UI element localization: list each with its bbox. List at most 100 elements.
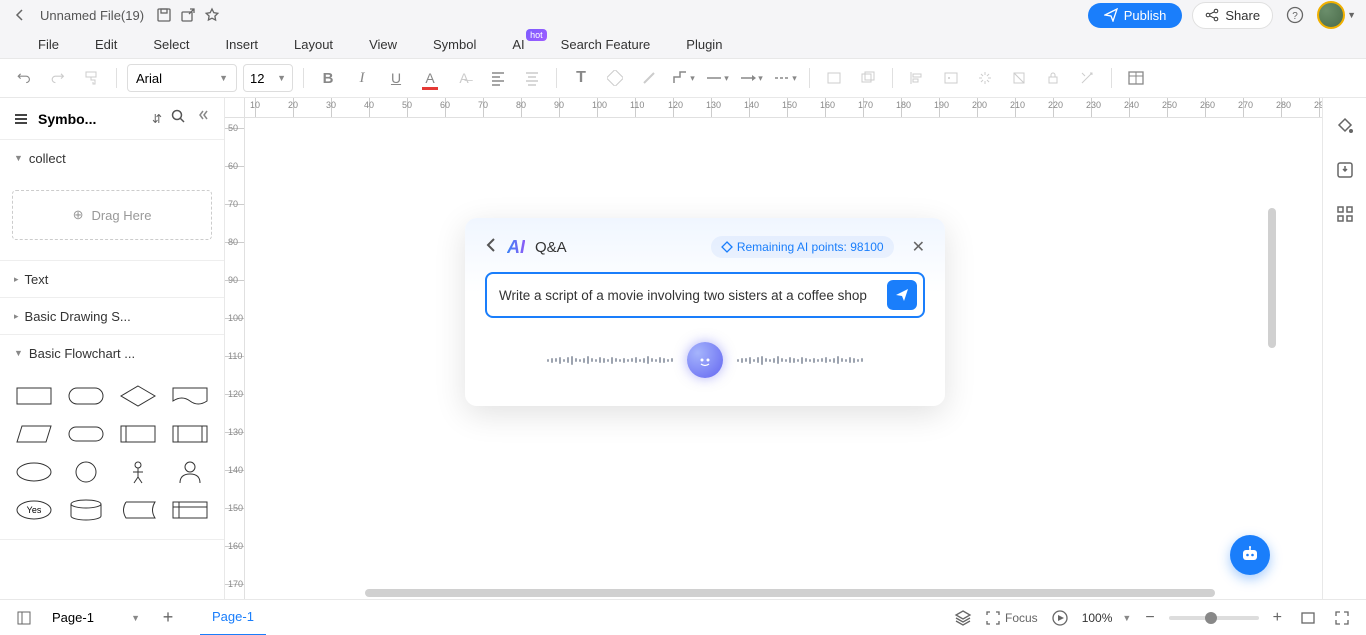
- canvas-horizontal-scrollbar[interactable]: [365, 589, 1215, 597]
- shape-rounded[interactable]: [64, 381, 108, 411]
- tools-button[interactable]: [1073, 64, 1101, 92]
- clip-button[interactable]: [1005, 64, 1033, 92]
- section-header-text[interactable]: ▸ Text: [0, 261, 224, 297]
- page-select[interactable]: Page-1 ▼: [46, 606, 146, 630]
- avatar[interactable]: [1317, 1, 1345, 29]
- shape-database[interactable]: [64, 495, 108, 525]
- format-painter-button[interactable]: [78, 64, 106, 92]
- zoom-slider-thumb[interactable]: [1205, 612, 1217, 624]
- line-dash-button[interactable]: ▾: [771, 64, 799, 92]
- shape-actor[interactable]: [116, 457, 160, 487]
- text-tool-button[interactable]: T: [567, 64, 595, 92]
- ai-back-button[interactable]: [485, 237, 497, 258]
- menu-ai[interactable]: AI hot: [494, 37, 542, 52]
- shape-predefined2[interactable]: [168, 419, 212, 449]
- section-header-collect[interactable]: ▼ collect: [0, 140, 224, 176]
- menu-plugin[interactable]: Plugin: [668, 37, 740, 52]
- menu-file[interactable]: File: [20, 37, 77, 52]
- page-tab-active[interactable]: Page-1: [200, 600, 266, 635]
- focus-button[interactable]: Focus: [985, 606, 1038, 630]
- publish-button[interactable]: Publish: [1088, 3, 1183, 28]
- fullscreen-button[interactable]: [1330, 606, 1354, 630]
- zoom-caret-icon[interactable]: ▼: [1122, 613, 1131, 623]
- font-color-button[interactable]: A: [416, 64, 444, 92]
- ai-send-button[interactable]: [887, 280, 917, 310]
- connector-button[interactable]: ▾: [669, 64, 697, 92]
- star-icon[interactable]: [200, 3, 224, 27]
- shape-ellipse[interactable]: [12, 457, 56, 487]
- shape-decision[interactable]: [116, 381, 160, 411]
- shape-process[interactable]: [12, 381, 56, 411]
- add-page-button[interactable]: +: [156, 606, 180, 630]
- canvas-vertical-scrollbar-track[interactable]: [1268, 208, 1276, 549]
- shape-terminator[interactable]: [64, 419, 108, 449]
- shape-document[interactable]: [168, 381, 212, 411]
- insert-images-button[interactable]: [854, 64, 882, 92]
- section-header-basic-flowchart[interactable]: ▼ Basic Flowchart ...: [0, 335, 224, 371]
- distribute-button[interactable]: [937, 64, 965, 92]
- ai-close-button[interactable]: ✕: [912, 237, 925, 257]
- font-size-select[interactable]: 12 ▼: [243, 64, 293, 92]
- back-button[interactable]: [10, 8, 30, 22]
- avatar-caret-icon[interactable]: ▼: [1347, 10, 1356, 20]
- canvas[interactable]: AI Q&A Remaining AI points: 98100 ✕: [245, 118, 1322, 599]
- file-name[interactable]: Unnamed File(19): [40, 8, 144, 23]
- help-icon[interactable]: ?: [1283, 3, 1307, 27]
- shape-circle[interactable]: [64, 457, 108, 487]
- font-family-select[interactable]: Arial ▼: [127, 64, 237, 92]
- layers-button[interactable]: [951, 606, 975, 630]
- align-objects-button[interactable]: [903, 64, 931, 92]
- shape-internal-storage[interactable]: [168, 495, 212, 525]
- menu-insert[interactable]: Insert: [208, 37, 277, 52]
- zoom-in-button[interactable]: +: [1269, 609, 1286, 627]
- lock-button[interactable]: [1039, 64, 1067, 92]
- ai-prompt-input[interactable]: [499, 280, 879, 310]
- redo-button[interactable]: [44, 64, 72, 92]
- expand-library-button[interactable]: ⇵: [152, 112, 162, 126]
- export-icon[interactable]: [176, 3, 200, 27]
- search-library-button[interactable]: [170, 108, 186, 129]
- ruler-horizontal[interactable]: 1020304050607080901001101201301401501601…: [245, 98, 1322, 118]
- zoom-slider[interactable]: [1169, 616, 1259, 620]
- shape-yes-label[interactable]: Yes: [12, 495, 56, 525]
- ruler-vertical[interactable]: 5060708090100110120130140150160170: [225, 118, 245, 599]
- insert-image-button[interactable]: [820, 64, 848, 92]
- sidebar-scroll[interactable]: ▼ collect ⊕ Drag Here ▸ Text ▸ Basic Dra…: [0, 140, 224, 599]
- table-tool-button[interactable]: [1122, 64, 1150, 92]
- arrow-style-button[interactable]: ▾: [737, 64, 765, 92]
- shape-predefined1[interactable]: [116, 419, 160, 449]
- underline-button[interactable]: U: [382, 64, 410, 92]
- ai-points-badge[interactable]: Remaining AI points: 98100: [711, 236, 894, 258]
- drag-here-zone[interactable]: ⊕ Drag Here: [12, 190, 212, 240]
- apps-panel-button[interactable]: [1333, 202, 1357, 226]
- clear-format-button[interactable]: A̶: [450, 64, 478, 92]
- save-icon[interactable]: [152, 3, 176, 27]
- export-panel-button[interactable]: [1333, 158, 1357, 182]
- fit-page-button[interactable]: [1296, 606, 1320, 630]
- section-header-basic-drawing[interactable]: ▸ Basic Drawing S...: [0, 298, 224, 334]
- fill-panel-button[interactable]: [1333, 114, 1357, 138]
- menu-view[interactable]: View: [351, 37, 415, 52]
- pen-tool-button[interactable]: [635, 64, 663, 92]
- outline-toggle-button[interactable]: [12, 606, 36, 630]
- effects-button[interactable]: [971, 64, 999, 92]
- bold-button[interactable]: B: [314, 64, 342, 92]
- menu-edit[interactable]: Edit: [77, 37, 135, 52]
- italic-button[interactable]: I: [348, 64, 376, 92]
- zoom-out-button[interactable]: −: [1141, 609, 1158, 627]
- shape-stored-data[interactable]: [116, 495, 160, 525]
- align-left-button[interactable]: [484, 64, 512, 92]
- zoom-value[interactable]: 100%: [1082, 611, 1113, 625]
- collapse-sidebar-button[interactable]: [198, 108, 212, 129]
- menu-select[interactable]: Select: [135, 37, 207, 52]
- menu-layout[interactable]: Layout: [276, 37, 351, 52]
- shape-data[interactable]: [12, 419, 56, 449]
- shape-user[interactable]: [168, 457, 212, 487]
- line-weight-button[interactable]: ▾: [703, 64, 731, 92]
- menu-symbol[interactable]: Symbol: [415, 37, 494, 52]
- align-center-button[interactable]: [518, 64, 546, 92]
- share-button[interactable]: Share: [1192, 2, 1273, 29]
- presentation-button[interactable]: [1048, 606, 1072, 630]
- shape-fill-button[interactable]: [601, 64, 629, 92]
- menu-search-feature[interactable]: Search Feature: [543, 37, 669, 52]
